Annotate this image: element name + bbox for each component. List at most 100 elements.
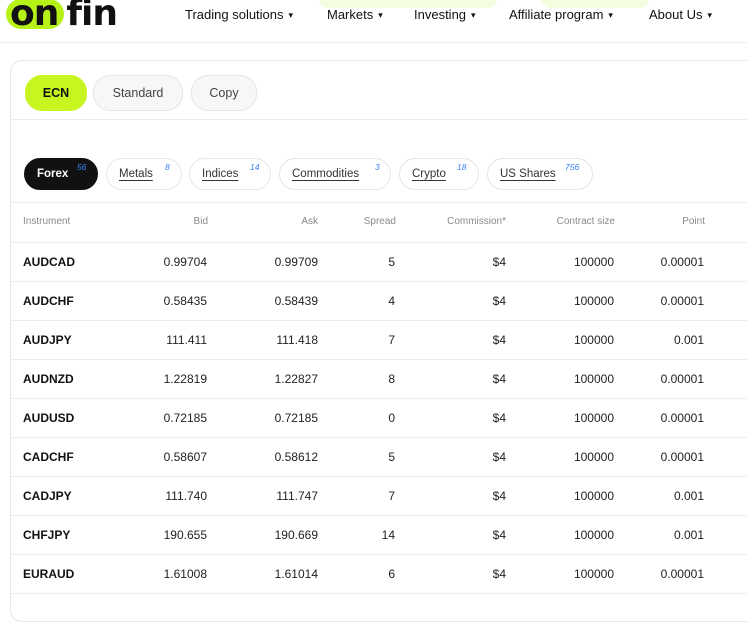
col-commission[interactable]: Commission* (447, 216, 506, 227)
cell-instrument: AUDCHF (23, 294, 74, 308)
cell-point: 0.00001 (660, 372, 704, 386)
cell-spread: 7 (388, 333, 395, 347)
table-row[interactable]: CADCHF 0.58607 0.58612 5 $4 100000 0.00001 (11, 437, 747, 477)
cell-ask: 190.669 (274, 528, 318, 542)
cell-bid: 0.72185 (163, 411, 207, 425)
cell-instrument: AUDNZD (23, 372, 74, 386)
logo-on: on (6, 0, 65, 32)
cell-commission: $4 (492, 528, 506, 542)
tab-count: 56 (77, 162, 87, 172)
cell-ask: 111.747 (276, 489, 318, 503)
nav-label: Investing (414, 7, 467, 22)
table-row[interactable]: AUDCAD 0.99704 0.99709 5 $4 100000 0.00001 (11, 242, 747, 282)
cell-contract-size: 100000 (573, 411, 614, 425)
chevron-down-icon: ▾ (608, 10, 613, 20)
tab-ecn[interactable]: ECN (25, 75, 87, 111)
tab-standard[interactable]: Standard (93, 75, 183, 111)
cell-spread: 0 (388, 411, 395, 425)
cell-point: 0.00001 (660, 411, 704, 425)
cell-bid: 190.655 (163, 528, 207, 542)
cell-point: 0.00001 (660, 255, 704, 269)
table-row[interactable]: AUDCHF 0.58435 0.58439 4 $4 100000 0.00001 (11, 281, 747, 321)
cell-spread: 8 (388, 372, 395, 386)
table-row[interactable]: AUDUSD 0.72185 0.72185 0 $4 100000 0.00001 (11, 398, 747, 438)
cell-point: 0.001 (673, 528, 704, 542)
cell-instrument: CADJPY (23, 489, 72, 503)
chevron-down-icon: ▾ (288, 10, 294, 20)
cell-contract-size: 100000 (573, 567, 614, 581)
cell-ask: 111.418 (276, 333, 318, 347)
cell-bid: 1.22819 (163, 372, 207, 386)
cell-instrument: CADCHF (23, 450, 74, 464)
cell-bid: 0.58607 (163, 450, 207, 464)
col-ask[interactable]: Ask (301, 216, 318, 227)
cell-contract-size: 100000 (573, 450, 614, 464)
onfin-logo[interactable]: on fin (6, 0, 118, 35)
tab-count: 18 (457, 162, 467, 172)
col-instrument[interactable]: Instrument (23, 216, 70, 227)
table-row[interactable]: CADJPY 111.740 111.747 7 $4 100000 0.001 (11, 476, 747, 516)
cell-commission: $4 (492, 567, 506, 581)
chevron-down-icon: ▾ (378, 10, 383, 20)
tab-count: 756 (565, 162, 580, 172)
nav-markets[interactable]: Markets ▾ (327, 7, 383, 22)
logo-fin: fin (66, 0, 118, 34)
col-bid[interactable]: Bid (194, 216, 208, 227)
nav-trading-solutions[interactable]: Trading solutions ▾ (185, 7, 293, 22)
nav-investing[interactable]: Investing ▾ (414, 7, 476, 22)
cell-ask: 0.99709 (274, 255, 318, 269)
cell-spread: 14 (381, 528, 395, 542)
cell-point: 0.00001 (660, 294, 704, 308)
cell-ask: 1.61014 (274, 567, 318, 581)
tab-forex[interactable]: Forex 56 (24, 158, 98, 190)
tab-indices[interactable]: Indices 14 (189, 158, 271, 190)
cell-ask: 0.58439 (274, 294, 318, 308)
cell-bid: 1.61008 (163, 567, 207, 581)
cell-contract-size: 100000 (573, 528, 614, 542)
nav-affiliate-program[interactable]: Affiliate program ▾ (509, 7, 613, 22)
table-row[interactable]: AUDJPY 111.411 111.418 7 $4 100000 0.001 (11, 320, 747, 360)
cell-contract-size: 100000 (573, 489, 614, 503)
tab-copy[interactable]: Copy (191, 75, 257, 111)
cell-commission: $4 (492, 372, 506, 386)
instruments-card: ECN Standard Copy Forex 56 Metals 8 Indi… (10, 60, 747, 622)
cell-commission: $4 (492, 489, 506, 503)
chevron-down-icon: ▾ (707, 10, 713, 20)
tab-label: Indices (202, 168, 239, 180)
cell-instrument: AUDCAD (23, 255, 75, 269)
site-header: on fin Trading solutions ▾ Markets ▾ Inves… (0, 0, 747, 43)
cell-bid: 0.99704 (163, 255, 207, 269)
tab-commodities[interactable]: Commodities 3 (279, 158, 391, 190)
cell-instrument: CHFJPY (23, 528, 71, 542)
divider (11, 119, 747, 120)
tab-count: 3 (375, 162, 380, 172)
cell-commission: $4 (492, 450, 506, 464)
cell-ask: 0.58612 (274, 450, 318, 464)
cell-contract-size: 100000 (573, 294, 614, 308)
cell-spread: 7 (388, 489, 395, 503)
tab-us-shares[interactable]: US Shares 756 (487, 158, 593, 190)
nav-label: Markets (327, 7, 374, 22)
col-contract-size[interactable]: Contract size (557, 216, 615, 227)
cell-spread: 4 (388, 294, 395, 308)
cell-spread: 5 (388, 450, 395, 464)
table-row[interactable]: EURAUD 1.61008 1.61014 6 $4 100000 0.00001 (11, 554, 747, 594)
table-row[interactable]: AUDNZD 1.22819 1.22827 8 $4 100000 0.00001 (11, 359, 747, 399)
cell-contract-size: 100000 (573, 333, 614, 347)
tab-count: 14 (250, 162, 260, 172)
cell-ask: 1.22827 (274, 372, 318, 386)
cell-point: 0.001 (673, 333, 704, 347)
cell-contract-size: 100000 (573, 372, 614, 386)
nav-about-us[interactable]: About Us ▾ (649, 7, 712, 22)
table-row[interactable]: CHFJPY 190.655 190.669 14 $4 100000 0.001 (11, 515, 747, 555)
nav-label: About Us (649, 7, 703, 22)
col-spread[interactable]: Spread (364, 216, 396, 227)
tab-label: Forex (37, 168, 69, 180)
cell-point: 0.001 (673, 489, 704, 503)
tab-crypto[interactable]: Crypto 18 (399, 158, 479, 190)
table-header: Instrument Bid Ask Spread Commission* Co… (11, 202, 747, 243)
cell-bid: 0.58435 (163, 294, 207, 308)
tab-metals[interactable]: Metals 8 (106, 158, 182, 190)
chevron-down-icon: ▾ (471, 10, 476, 20)
col-point[interactable]: Point (682, 216, 705, 227)
